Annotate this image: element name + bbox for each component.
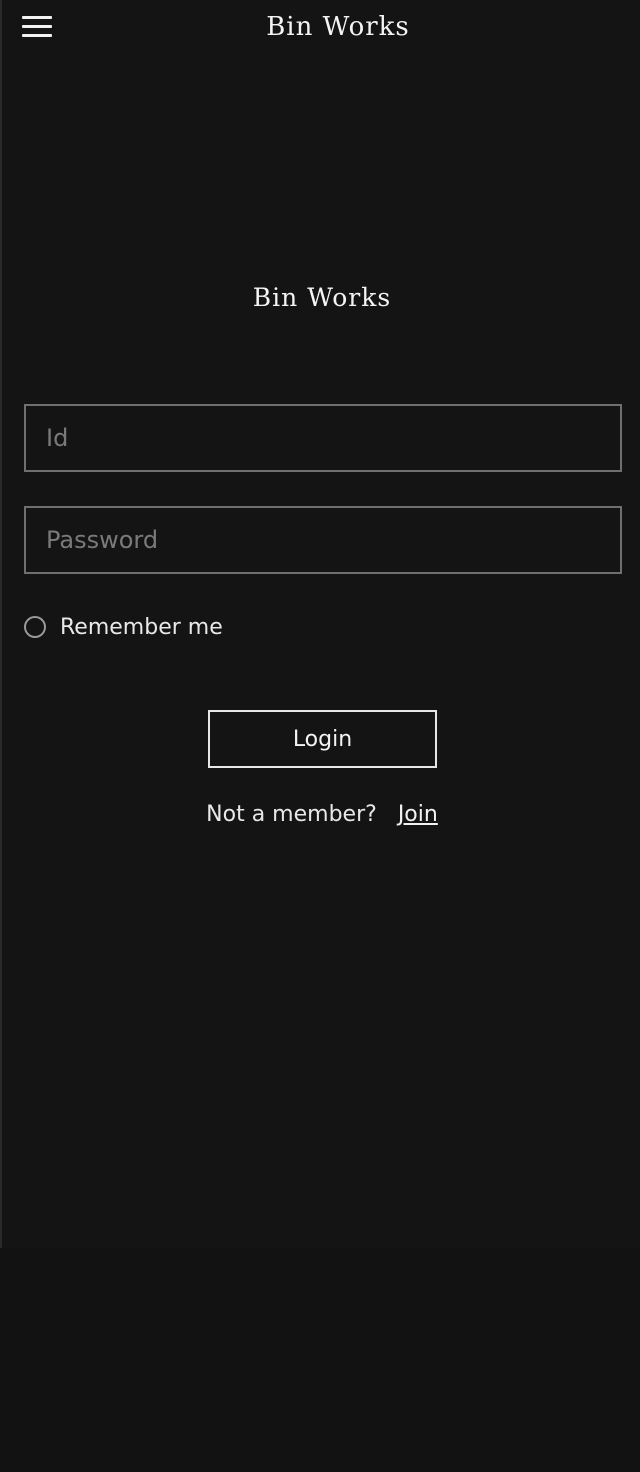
id-input[interactable]	[24, 404, 622, 472]
join-link[interactable]: Join	[398, 802, 438, 827]
remember-me-toggle[interactable]: Remember me	[24, 612, 223, 642]
remember-me-radio[interactable]	[24, 616, 46, 638]
header-title: Bin Works	[266, 12, 410, 42]
join-row: Not a member? Join	[2, 802, 640, 827]
brand-title: Bin Works	[252, 283, 392, 312]
remember-me-label: Remember me	[60, 614, 223, 640]
login-button[interactable]: Login	[208, 710, 437, 768]
not-member-text: Not a member?	[206, 802, 377, 827]
password-input[interactable]	[24, 506, 622, 574]
app-frame: Bin Works Bin Works Remember me Login No…	[0, 0, 640, 1248]
